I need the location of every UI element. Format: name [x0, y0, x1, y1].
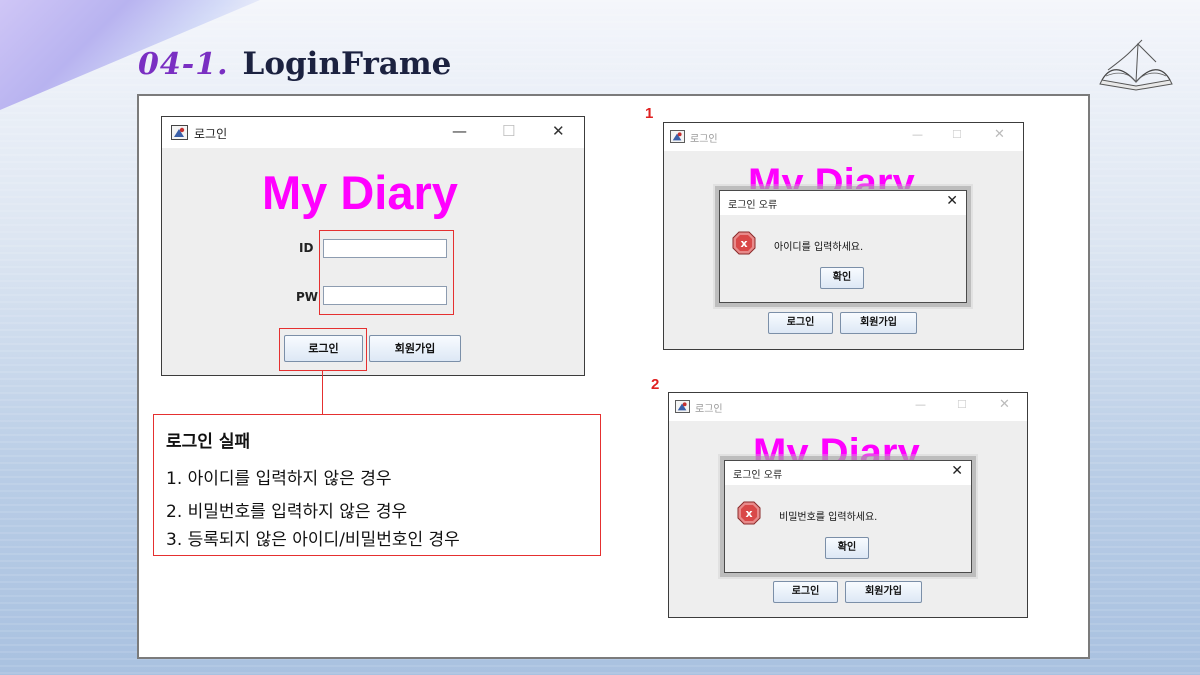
dialog-title: 로그인 오류 — [728, 200, 778, 211]
dialog-titlebar[interactable]: 로그인 오류 ✕ — [720, 191, 966, 215]
minimize-icon[interactable]: — — [912, 128, 923, 141]
window-title: 로그인 — [695, 404, 723, 415]
dialog-titlebar[interactable]: 로그인 오류 ✕ — [725, 461, 971, 485]
login-button[interactable]: 로그인 — [768, 312, 833, 334]
window-title: 로그인 — [690, 134, 718, 145]
confirm-button[interactable]: 확인 — [825, 537, 869, 559]
case-marker-2: 2 — [651, 376, 660, 393]
open-book-icon — [1099, 39, 1173, 91]
slide-title-text: LoginFrame — [242, 46, 452, 82]
minimize-icon[interactable]: — — [452, 122, 467, 140]
section-number: 04-1. — [138, 47, 229, 82]
window-titlebar[interactable]: 로그인 — ☐ ✕ — [664, 123, 1023, 151]
svg-text:x: x — [745, 507, 752, 520]
java-app-icon — [171, 125, 188, 140]
close-icon[interactable]: ✕ — [994, 127, 1005, 142]
maximize-icon[interactable]: ☐ — [502, 122, 515, 140]
close-icon[interactable]: ✕ — [951, 463, 963, 479]
case-marker-1: 1 — [645, 105, 654, 122]
callout-connector — [322, 371, 323, 414]
login-failure-callout: 로그인 실패 1. 아이디를 입력하지 않은 경우 2. 비밀번호를 입력하지 … — [153, 414, 601, 556]
confirm-button[interactable]: 확인 — [820, 267, 864, 289]
signup-button[interactable]: 회원가입 — [369, 335, 461, 362]
login-button-highlight-box — [279, 328, 367, 371]
pw-label: PW — [296, 290, 319, 304]
error-icon: x — [732, 231, 756, 255]
login-button[interactable]: 로그인 — [773, 581, 838, 603]
window-titlebar[interactable]: 로그인 — ☐ ✕ — [669, 393, 1027, 421]
callout-title: 로그인 실패 — [166, 432, 251, 452]
app-heading: My Diary — [748, 161, 915, 189]
dialog-message: 아이디를 입력하세요. — [774, 242, 864, 253]
slide-title: 04-1. LoginFrame — [138, 46, 451, 82]
app-heading: My Diary — [262, 166, 458, 219]
java-app-icon — [675, 400, 690, 413]
svg-text:x: x — [740, 237, 747, 250]
case2-error-dialog: 로그인 오류 ✕ x 비밀번호를 입력하세요. 확인 — [724, 460, 972, 573]
signup-button[interactable]: 회원가입 — [845, 581, 922, 603]
java-app-icon — [670, 130, 685, 143]
dialog-title: 로그인 오류 — [733, 470, 783, 481]
close-icon[interactable]: ✕ — [552, 122, 565, 140]
signup-button[interactable]: 회원가입 — [840, 312, 917, 334]
callout-item: 2. 비밀번호를 입력하지 않은 경우 — [166, 502, 408, 522]
id-label: ID — [299, 241, 314, 255]
error-icon: x — [737, 501, 761, 525]
minimize-icon[interactable]: — — [915, 398, 926, 411]
app-heading: My Diary — [753, 431, 920, 461]
callout-item: 3. 등록되지 않은 아이디/비밀번호인 경우 — [166, 530, 460, 550]
maximize-icon[interactable]: ☐ — [952, 128, 962, 141]
close-icon[interactable]: ✕ — [999, 397, 1010, 412]
window-titlebar[interactable]: 로그인 — ☐ ✕ — [162, 117, 584, 148]
close-icon[interactable]: ✕ — [946, 193, 958, 209]
window-title: 로그인 — [194, 127, 228, 141]
dialog-message: 비밀번호를 입력하세요. — [779, 512, 878, 523]
callout-item: 1. 아이디를 입력하지 않은 경우 — [166, 469, 392, 489]
maximize-icon[interactable]: ☐ — [957, 398, 967, 411]
case1-error-dialog: 로그인 오류 ✕ x 아이디를 입력하세요. 확인 — [719, 190, 967, 303]
field-highlight-box — [319, 230, 454, 315]
